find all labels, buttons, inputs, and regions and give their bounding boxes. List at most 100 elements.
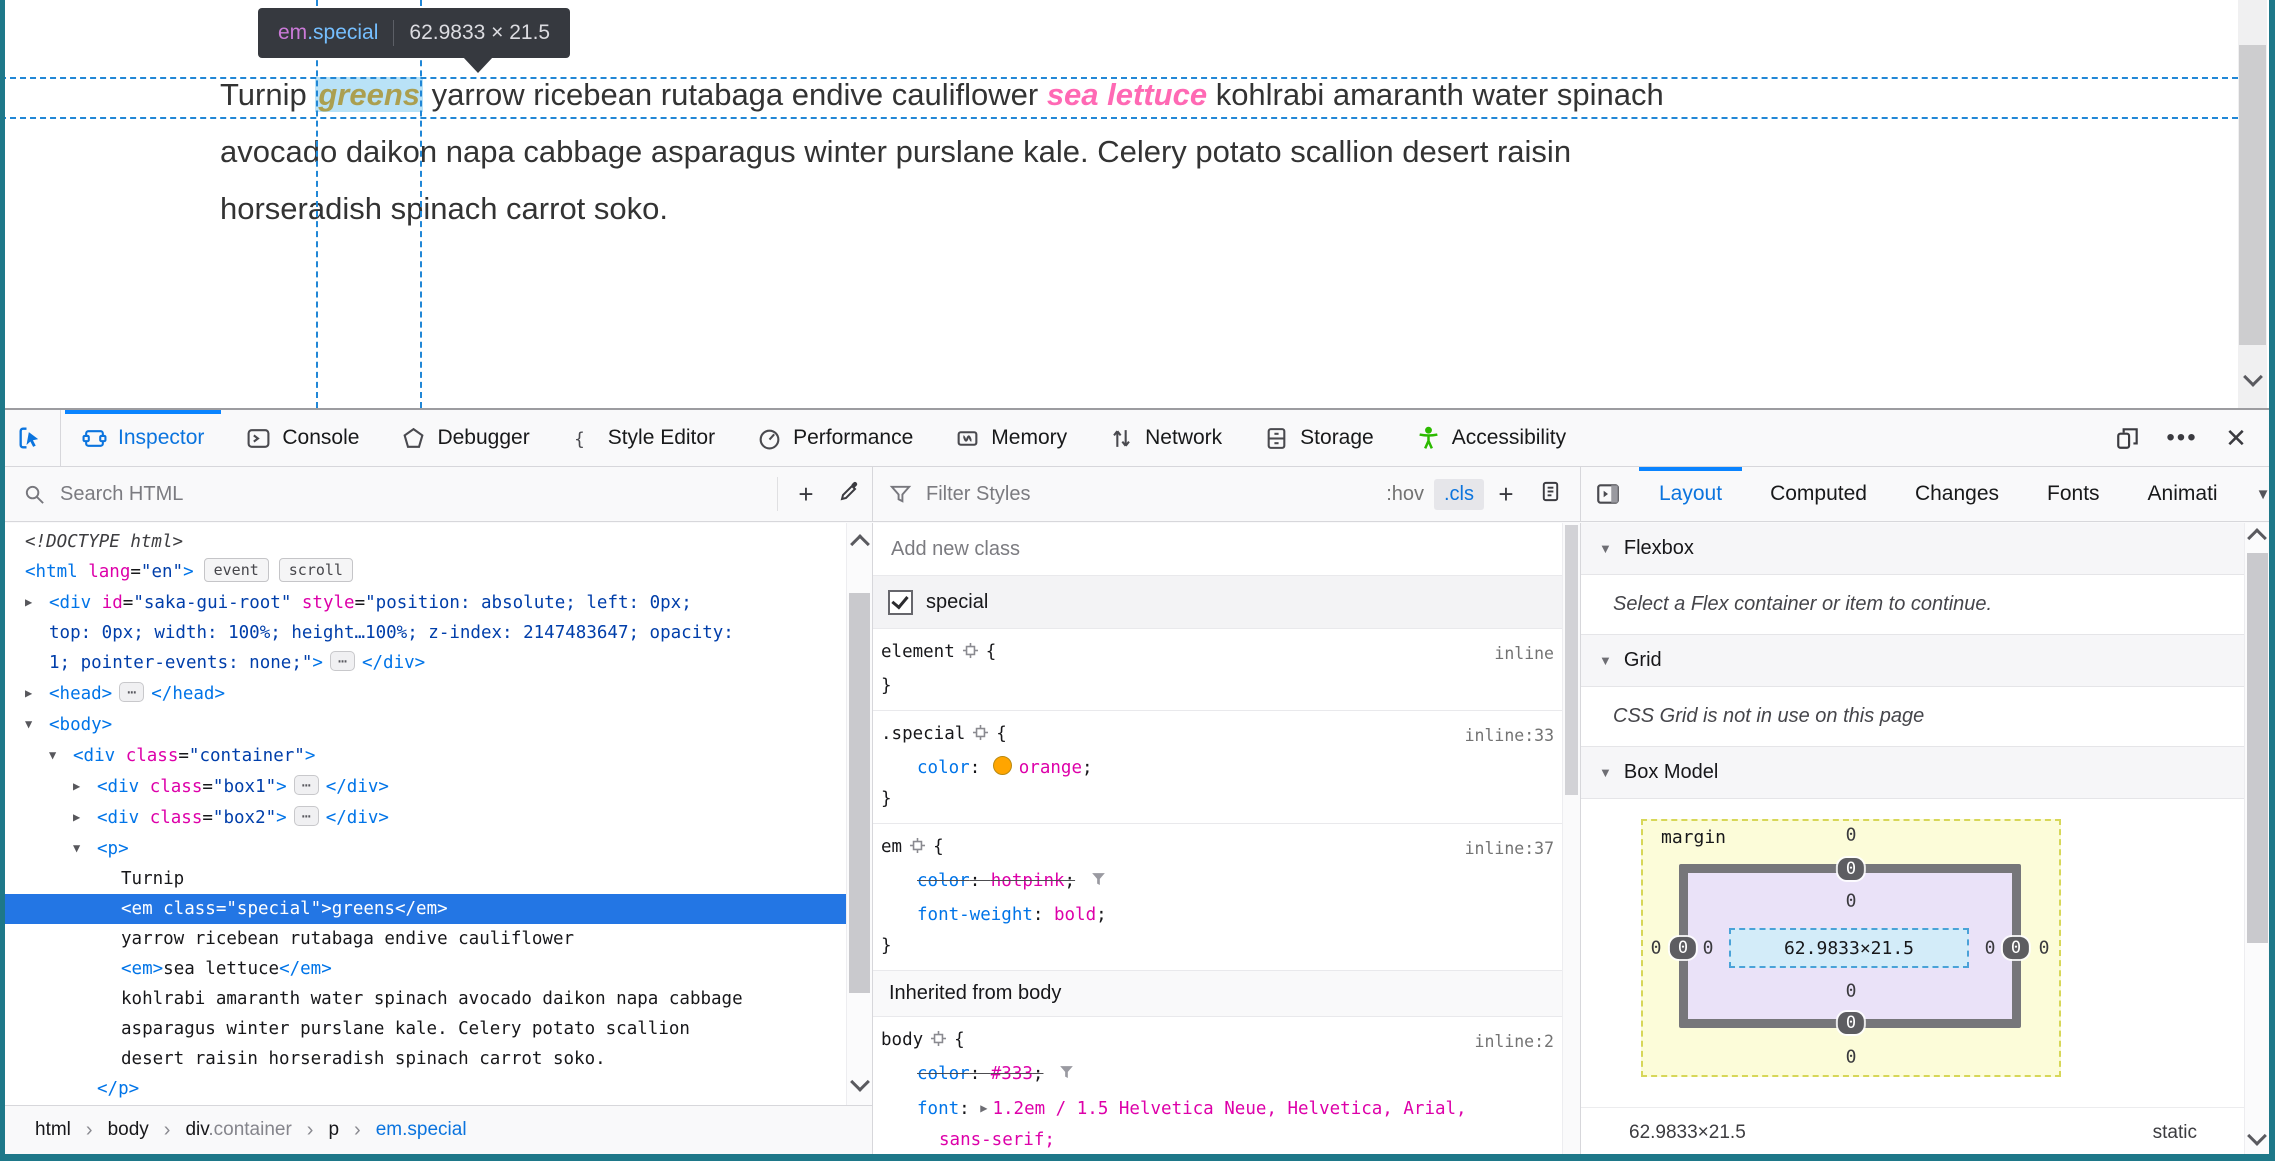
sidebar-tab-computed[interactable]: Computed	[1746, 467, 1891, 521]
layout-section-header-box-model[interactable]: ▼ Box Model	[1581, 747, 2269, 799]
highlight-selector-icon[interactable]	[971, 722, 990, 753]
meatball-menu-icon[interactable]: •••	[2159, 418, 2205, 458]
color-swatch[interactable]	[992, 756, 1012, 775]
highlight-selector-icon[interactable]	[929, 1028, 948, 1059]
twisty-open-icon[interactable]: ▼	[73, 833, 97, 863]
page-scrollbar-thumb[interactable]	[2239, 45, 2266, 345]
rule-selector[interactable]: element	[881, 642, 955, 662]
sidebar-tab-animati[interactable]: Animati	[2124, 467, 2242, 521]
tab-memory[interactable]: Memory	[934, 410, 1088, 466]
tree-row[interactable]: ▶ <div class="box2"> ⋯ </div>	[5, 802, 872, 833]
padding-right-value[interactable]: 0	[1985, 938, 1996, 959]
breadcrumb-item-em-special[interactable]: em.special	[376, 1119, 467, 1141]
breadcrumb-item-html[interactable]: html	[35, 1119, 71, 1141]
sidebar-tab-layout[interactable]: Layout	[1635, 467, 1746, 521]
expand-inline-button[interactable]: ⋯	[293, 775, 319, 795]
twisty-closed-icon[interactable]: ▶	[73, 771, 97, 801]
markup-scrollbar-thumb[interactable]	[849, 593, 870, 993]
rule-selector[interactable]: body	[881, 1030, 923, 1050]
tab-network[interactable]: Network	[1088, 410, 1243, 466]
rule-selector[interactable]: em	[881, 837, 902, 857]
tab-accessibility[interactable]: Accessibility	[1395, 410, 1587, 466]
scroll-down-icon[interactable]	[847, 1069, 872, 1099]
border-left-value[interactable]: 0	[1669, 937, 1697, 959]
tree-row[interactable]: <html lang="en"> event scroll	[5, 557, 872, 587]
margin-right-value[interactable]: 0	[2039, 938, 2050, 959]
expand-shorthand-icon[interactable]: ▶	[980, 1101, 987, 1115]
layout-scrollbar[interactable]	[2244, 523, 2269, 1154]
rule-selector[interactable]: .special	[881, 724, 965, 744]
layout-section-header-grid[interactable]: ▼ Grid	[1581, 635, 2269, 687]
tree-row[interactable]: kohlrabi amaranth water spinach avocado …	[5, 984, 872, 1074]
padding-left-value[interactable]: 0	[1703, 938, 1714, 959]
markup-scrollbar[interactable]	[846, 523, 872, 1105]
margin-bottom-value[interactable]: 0	[1846, 1047, 1857, 1068]
expand-inline-button[interactable]: ⋯	[119, 682, 145, 702]
rule-source-link[interactable]: inline:33	[1465, 720, 1554, 751]
margin-left-value[interactable]: 0	[1651, 938, 1662, 959]
tab-inspector[interactable]: Inspector	[61, 410, 225, 466]
tab-performance[interactable]: Performance	[736, 410, 934, 466]
badge-scroll[interactable]: scroll	[278, 558, 353, 582]
twisty-closed-icon[interactable]: ▶	[25, 678, 49, 708]
scroll-up-icon[interactable]	[2245, 528, 2269, 550]
css-declaration[interactable]: font: ▶ 1.2em / 1.5 Helvetica Neue, Helve…	[881, 1093, 1570, 1125]
css-declaration[interactable]: color: hotpink;	[881, 866, 1570, 900]
css-declaration[interactable]: color: orange;	[881, 753, 1570, 784]
scroll-down-icon[interactable]	[2238, 367, 2267, 389]
breadcrumb-item-body[interactable]: body	[108, 1119, 149, 1141]
scroll-up-icon[interactable]	[847, 531, 872, 561]
tab-debugger[interactable]: Debugger	[380, 410, 550, 466]
rules-scrollbar-thumb[interactable]	[1565, 525, 1578, 795]
filter-styles-input[interactable]	[924, 481, 1377, 507]
expand-inline-button[interactable]: ⋯	[293, 806, 319, 826]
tree-row[interactable]: <!DOCTYPE html>	[5, 527, 872, 557]
tree-row[interactable]: ▼ <p>	[5, 833, 872, 864]
breadcrumb-item-p[interactable]: p	[328, 1119, 339, 1141]
breadcrumb-item-div[interactable]: div.container	[185, 1119, 291, 1141]
twisty-closed-icon[interactable]: ▶	[25, 587, 49, 617]
tree-row[interactable]: </p>	[5, 1074, 872, 1104]
layout-section-header-flexbox[interactable]: ▼ Flexbox	[1581, 523, 2269, 575]
box-model-content-box[interactable]: 62.9833×21.5	[1729, 928, 1969, 968]
tab-console[interactable]: Console	[225, 410, 380, 466]
twisty-open-icon[interactable]: ▼	[25, 709, 49, 739]
overridden-filter-icon[interactable]	[1089, 869, 1108, 900]
page-scrollbar[interactable]	[2238, 0, 2267, 408]
sidebar-tab-fonts[interactable]: Fonts	[2023, 467, 2124, 521]
tree-row[interactable]: ▶ <head> ⋯ </head>	[5, 678, 872, 709]
responsive-design-mode-icon[interactable]	[2105, 418, 2151, 458]
css-declaration[interactable]: font-weight: bold;	[881, 900, 1570, 931]
tree-row[interactable]: ▼ <div class="container">	[5, 740, 872, 771]
highlight-selector-icon[interactable]	[961, 640, 980, 671]
tree-row[interactable]: <em>sea lettuce</em>	[5, 954, 872, 984]
toggle-pseudo-classes-button[interactable]: :hov	[1376, 479, 1434, 510]
tab-style-editor[interactable]: { } Style Editor	[551, 410, 736, 466]
border-top-value[interactable]: 0	[1837, 858, 1865, 880]
expand-inline-button[interactable]: ⋯	[329, 651, 355, 671]
margin-top-value[interactable]: 0	[1846, 825, 1857, 846]
tree-row[interactable]: yarrow ricebean rutabaga endive cauliflo…	[5, 924, 872, 954]
scroll-down-icon[interactable]	[2245, 1126, 2269, 1148]
search-html-input[interactable]	[58, 481, 771, 507]
toggle-classes-button[interactable]: .cls	[1434, 478, 1484, 510]
rule-source-link[interactable]: inline:37	[1465, 833, 1554, 864]
padding-bottom-value[interactable]: 0	[1846, 981, 1857, 1002]
twisty-closed-icon[interactable]: ▶	[73, 802, 97, 832]
tree-row[interactable]: <em class="special">greens</em>	[5, 894, 872, 924]
padding-top-value[interactable]: 0	[1846, 891, 1857, 912]
twisty-open-icon[interactable]: ▼	[49, 740, 73, 770]
border-bottom-value[interactable]: 0	[1837, 1012, 1865, 1034]
css-declaration[interactable]: color: #333;	[881, 1059, 1570, 1093]
expand-sidebar-icon[interactable]	[1581, 481, 1635, 507]
add-node-button[interactable]: +	[784, 479, 828, 510]
tree-row[interactable]: ▼ <body>	[5, 709, 872, 740]
tree-row[interactable]: ▶ <div class="box1"> ⋯ </div>	[5, 771, 872, 802]
devtools-splitter[interactable]	[0, 408, 2275, 410]
add-rule-button[interactable]: +	[1484, 479, 1528, 510]
border-right-value[interactable]: 0	[2002, 937, 2030, 959]
add-new-class-input[interactable]	[889, 536, 1564, 562]
tree-row[interactable]: ▶ <div id="saka-gui-root" style="position…	[5, 587, 872, 678]
node-picker-button[interactable]	[0, 410, 61, 466]
rule-source-link[interactable]: inline	[1494, 638, 1554, 669]
